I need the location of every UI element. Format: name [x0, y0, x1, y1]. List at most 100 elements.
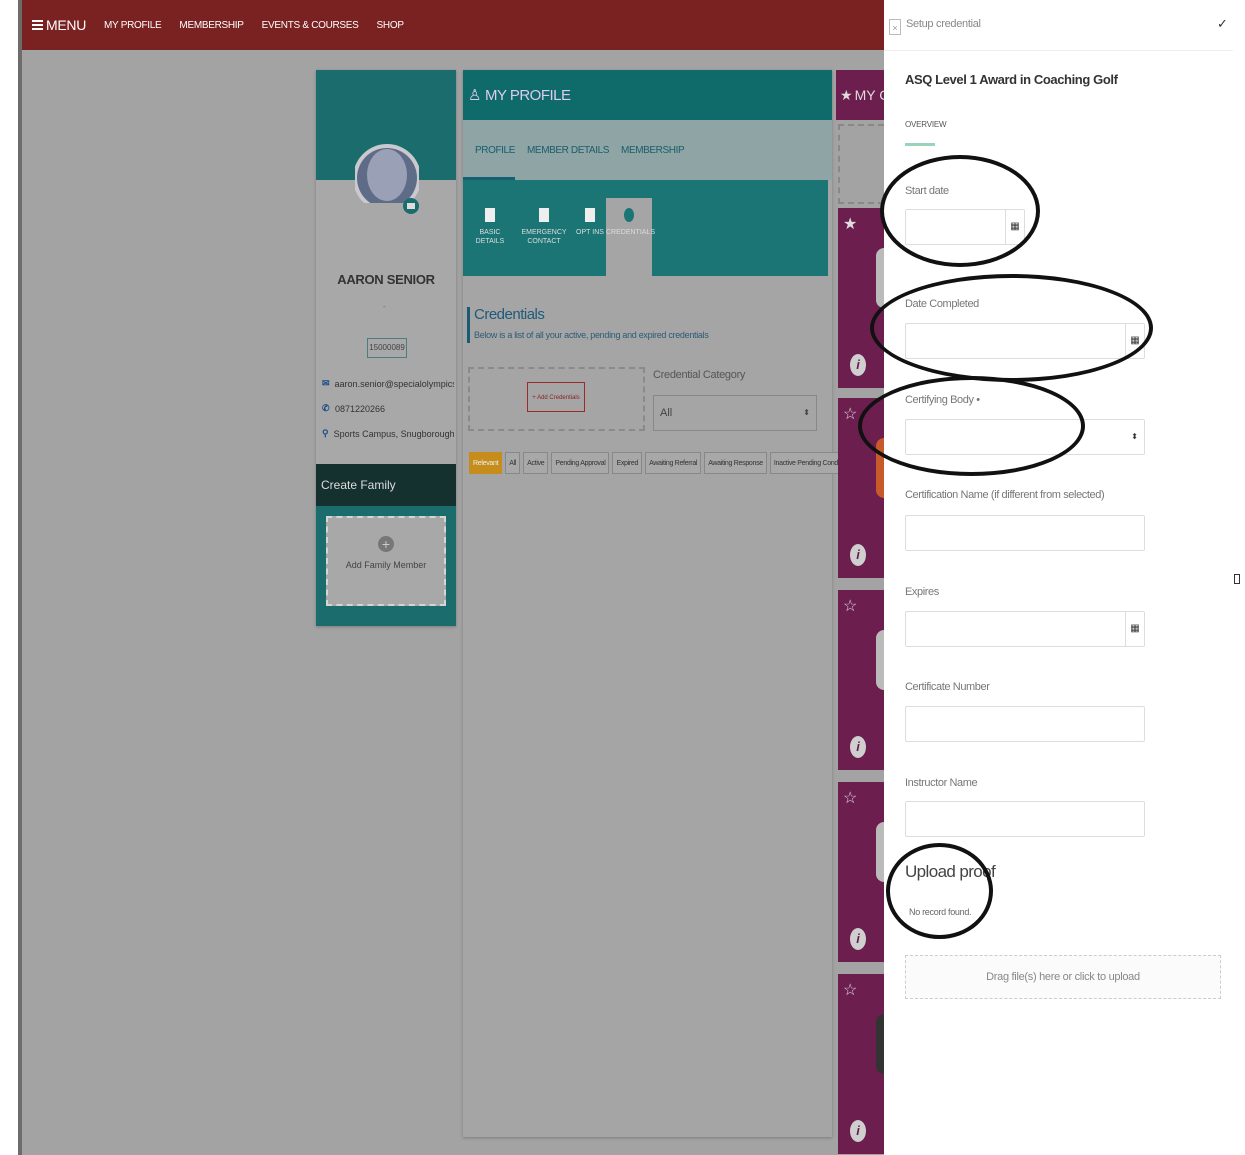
- subtab-label: BASIC DETAILS: [475, 229, 505, 245]
- class-card[interactable]: ☆ i: [838, 974, 884, 1154]
- nav-events-courses[interactable]: EVENTS & COURSES: [262, 20, 359, 31]
- expires-label: Expires: [905, 586, 939, 598]
- calendar-icon[interactable]: ▦: [1125, 612, 1144, 646]
- annotation-circle: [870, 274, 1153, 382]
- tab-profile[interactable]: PROFILE: [475, 145, 515, 156]
- envelope-icon: ✉: [322, 378, 330, 388]
- badge-icon: [624, 208, 634, 222]
- tab-overview[interactable]: OVERVIEW: [905, 120, 947, 129]
- profile-email: aaron.senior@specialolympics.ie: [334, 378, 454, 389]
- save-button[interactable]: ✓: [1217, 16, 1228, 32]
- annotation-circle: [886, 843, 993, 939]
- my-profile-header: ♙ MY PROFILE: [463, 70, 832, 120]
- card-image: [876, 1014, 884, 1074]
- info-icon[interactable]: i: [850, 1120, 866, 1142]
- certificate-number-label: Certificate Number: [905, 681, 990, 693]
- star-outline-icon: ☆: [843, 790, 858, 807]
- location-pin-icon: ⚲: [322, 428, 329, 438]
- filter-active[interactable]: Active: [523, 452, 549, 474]
- resize-handle[interactable]: [1234, 574, 1240, 584]
- credential-category-value: All: [660, 407, 673, 419]
- subtab-label: CREDENTIALS: [606, 229, 656, 236]
- panel-title: Setup credential: [906, 18, 981, 30]
- annotation-circle: [858, 376, 1085, 476]
- class-card[interactable]: ☆ i: [838, 782, 884, 962]
- add-family-member-label: Add Family Member: [345, 560, 427, 570]
- close-icon[interactable]: ×: [889, 19, 901, 35]
- hamburger-icon: [32, 18, 43, 32]
- tab-membership[interactable]: MEMBERSHIP: [621, 145, 685, 156]
- profile-name: AARON SENIOR: [337, 272, 435, 287]
- expires-input[interactable]: ▦: [905, 611, 1145, 647]
- add-family-member-button[interactable]: + Add Family Member: [326, 516, 446, 606]
- credential-filters: Relevant All Active Pending Approval Exp…: [469, 452, 857, 474]
- profile-address: Sports Campus, Snugborough Roa...: [333, 428, 454, 439]
- filter-pending-approval[interactable]: Pending Approval: [551, 452, 610, 474]
- filter-awaiting-response[interactable]: Awaiting Response: [704, 452, 767, 474]
- card-image: [876, 630, 884, 690]
- card-image: [876, 822, 884, 882]
- star-icon: ★: [840, 86, 853, 103]
- profile-email-row: ✉ aaron.senior@specialolympics.ie: [322, 378, 454, 389]
- certification-name-input[interactable]: [905, 515, 1145, 551]
- instructor-name-input[interactable]: [905, 801, 1145, 837]
- profile-phone: 0871220266: [335, 403, 386, 414]
- certification-name-label: Certification Name (if different from se…: [905, 489, 1105, 501]
- info-icon[interactable]: i: [850, 736, 866, 758]
- top-navigation-bar: MENU MY PROFILE MEMBERSHIP EVENTS & COUR…: [22, 0, 885, 50]
- add-credentials-button[interactable]: + Add Credentials: [527, 382, 585, 412]
- my-profile-title: MY PROFILE: [484, 86, 571, 104]
- info-icon[interactable]: i: [850, 354, 866, 376]
- subtab-basic-details[interactable]: BASIC DETAILS: [467, 198, 513, 276]
- credentials-subtitle: Below is a list of all your active, pend…: [474, 330, 709, 340]
- profile-tabs: PROFILE MEMBER DETAILS MEMBERSHIP: [463, 120, 832, 180]
- class-card[interactable]: ★ i: [838, 208, 884, 388]
- phone-icon: ✆: [322, 403, 330, 413]
- contact-card-icon: [539, 208, 549, 222]
- menu-label: MENU: [46, 17, 87, 33]
- filter-expired[interactable]: Expired: [612, 452, 643, 474]
- annotation-circle: [880, 155, 1040, 267]
- select-arrow-icon: ⬍: [803, 408, 810, 417]
- credential-category-select[interactable]: All ⬍: [653, 395, 817, 431]
- filter-awaiting-referral[interactable]: Awaiting Referral: [645, 452, 702, 474]
- subtab-emergency-contact[interactable]: EMERGENCY CONTACT: [521, 198, 567, 276]
- filter-all[interactable]: All: [505, 452, 521, 474]
- my-classes-header: ★ MY CL: [836, 70, 884, 120]
- create-family-header: Create Family: [316, 464, 456, 506]
- file-dropzone[interactable]: Drag file(s) here or click to upload: [905, 955, 1221, 999]
- nav-membership[interactable]: MEMBERSHIP: [179, 20, 244, 31]
- my-classes-title: MY CL: [854, 87, 884, 103]
- classes-placeholder: [838, 124, 884, 204]
- person-icon: [485, 208, 495, 222]
- nav-my-profile[interactable]: MY PROFILE: [104, 20, 162, 31]
- credential-name-heading: ASQ Level 1 Award in Coaching Golf: [905, 72, 1118, 87]
- filter-relevant[interactable]: Relevant: [469, 452, 503, 474]
- profile-address-row: ⚲ Sports Campus, Snugborough Roa...: [322, 428, 454, 439]
- instructor-name-label: Instructor Name: [905, 777, 978, 789]
- member-id-badge: 15000089: [367, 338, 407, 358]
- card-image: [876, 248, 884, 308]
- subtab-credentials[interactable]: CREDENTIALS: [606, 198, 656, 276]
- avatar: [355, 144, 419, 243]
- info-icon[interactable]: i: [850, 544, 866, 566]
- certificate-number-input[interactable]: [905, 706, 1145, 742]
- credentials-title: Credentials: [474, 306, 545, 323]
- star-outline-icon: ☆: [843, 982, 858, 999]
- credentials-accent-bar: [467, 307, 470, 343]
- overview-tab-underline: [905, 143, 935, 146]
- profile-separator: -: [383, 302, 386, 311]
- person-icon: ♙: [468, 87, 481, 104]
- select-arrow-icon: ⬍: [1131, 432, 1138, 441]
- star-icon: ★: [843, 216, 858, 233]
- menu-button[interactable]: MENU: [32, 17, 86, 33]
- plus-icon: +: [378, 536, 394, 552]
- tab-member-details[interactable]: MEMBER DETAILS: [527, 145, 609, 156]
- credential-category-label: Credential Category: [653, 369, 746, 381]
- profile-phone-row: ✆ 0871220266: [322, 403, 454, 414]
- class-card[interactable]: ☆ i: [838, 590, 884, 770]
- list-icon: [585, 208, 595, 222]
- nav-shop[interactable]: SHOP: [377, 20, 404, 31]
- star-outline-icon: ☆: [843, 406, 858, 423]
- info-icon[interactable]: i: [850, 928, 866, 950]
